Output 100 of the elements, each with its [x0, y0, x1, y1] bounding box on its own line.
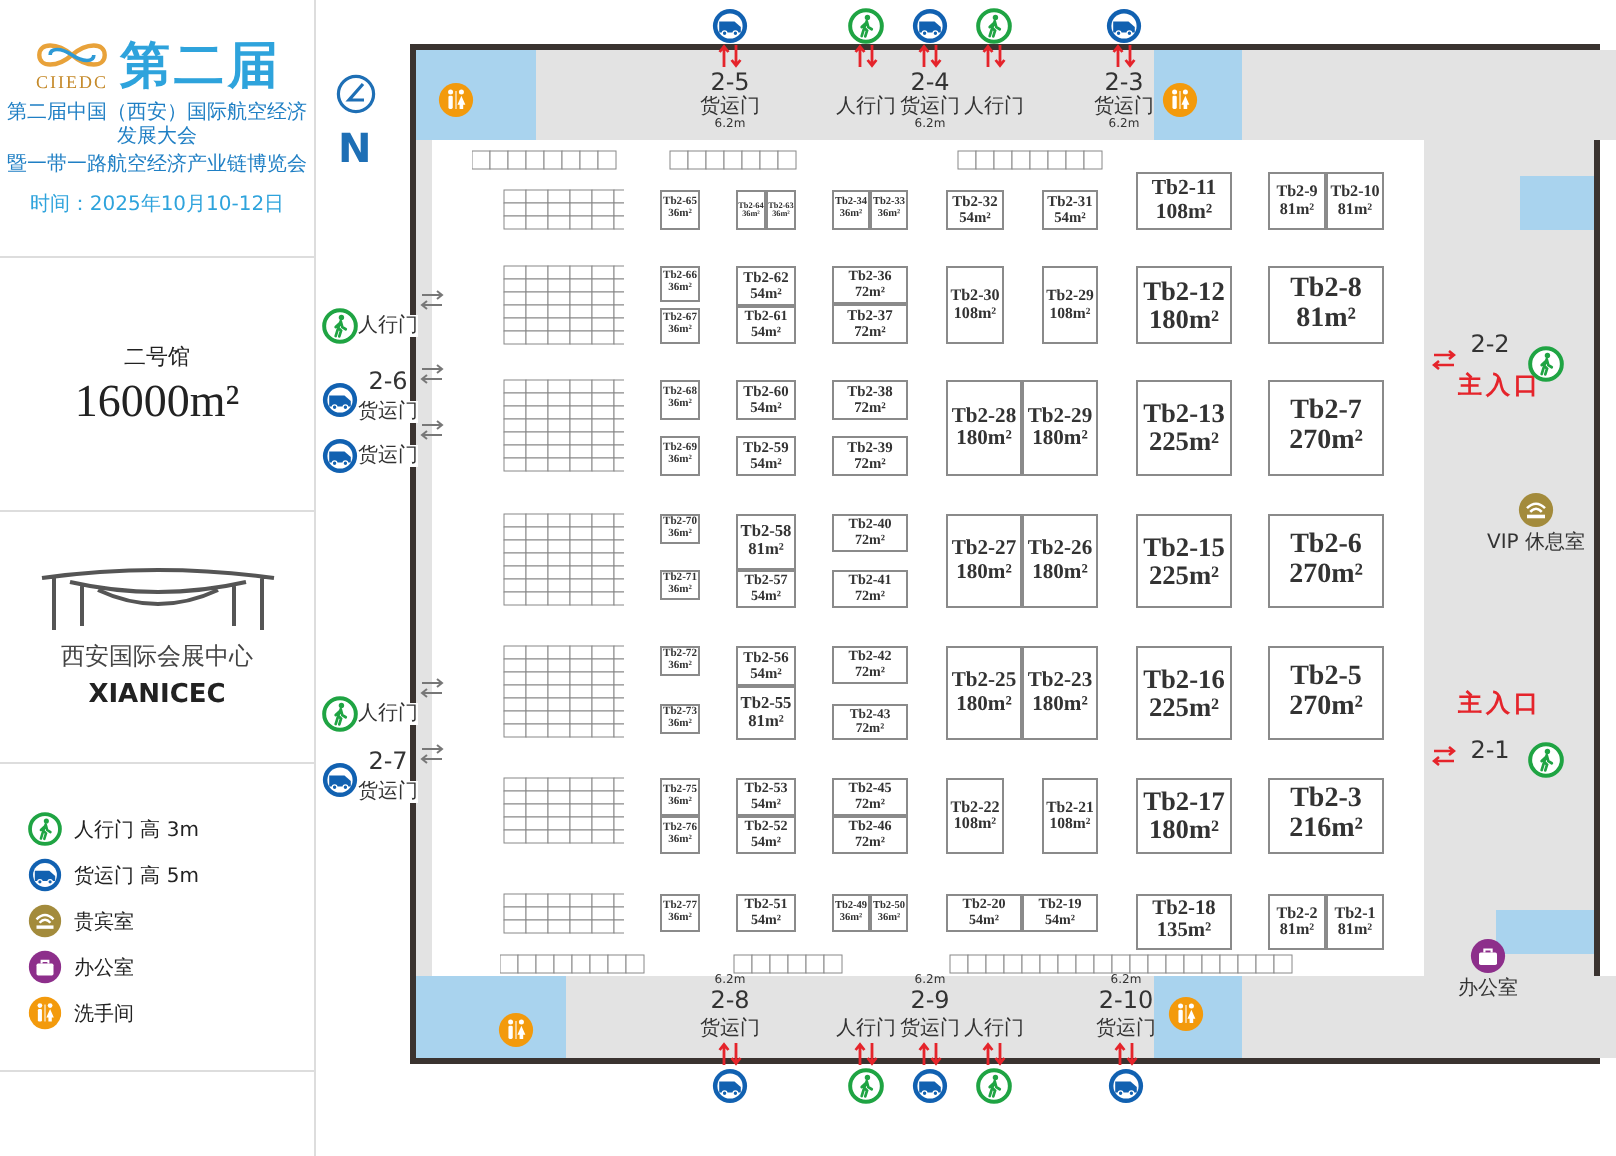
- booth-number: Tb2-6: [1290, 531, 1362, 561]
- booth[interactable]: Tb2-27 180m²: [946, 514, 1022, 608]
- booth-area: 108m²: [953, 305, 997, 322]
- booth[interactable]: Tb2-16 225m²: [1136, 646, 1232, 740]
- door-arrows-icon: [718, 44, 742, 68]
- restroom-area: [416, 50, 536, 140]
- booth[interactable]: Tb2-55 81m²: [736, 686, 796, 740]
- compass-icon: [336, 74, 376, 114]
- pedestrian-icon: [976, 8, 1012, 44]
- booth-area: 81m²: [748, 713, 784, 731]
- booth-area: 81m²: [748, 542, 784, 560]
- booth-area: 81m²: [1296, 305, 1356, 335]
- booth[interactable]: Tb2-12 180m²: [1136, 266, 1232, 344]
- booth-area: 81m²: [1337, 922, 1373, 939]
- booth[interactable]: Tb2-3 216m²: [1268, 778, 1384, 854]
- door-label: 人行门: [358, 703, 418, 725]
- door-label: 人行门: [964, 93, 1024, 120]
- hall-name: 二号馆: [124, 341, 190, 371]
- booth-number: Tb2-28: [951, 405, 1017, 428]
- booth[interactable]: Tb2-13 225m²: [1136, 380, 1232, 476]
- booth-number: Tb2-13: [1143, 400, 1225, 428]
- booth[interactable]: Tb2-8 81m²: [1268, 266, 1384, 344]
- booth-area: 81m²: [1279, 201, 1315, 218]
- booth-number: Tb2-17: [1143, 788, 1225, 816]
- booth[interactable]: Tb2-2 81m²: [1268, 894, 1326, 950]
- logo-text: CIIEDC: [36, 72, 108, 92]
- lounge-icon: [28, 904, 62, 938]
- booth[interactable]: Tb2-26 180m²: [1022, 514, 1098, 608]
- gate-number: 2-4: [910, 68, 950, 96]
- entrance-number: 2-1: [1470, 736, 1510, 764]
- booth-area: 225m²: [1148, 561, 1220, 589]
- booth[interactable]: Tb2-25 180m²: [946, 646, 1022, 740]
- booth-area: 108m²: [953, 816, 997, 833]
- pedestrian-icon: [322, 308, 358, 344]
- booth-number: Tb2-12: [1143, 277, 1225, 305]
- booth-number: Tb2-29: [1027, 405, 1093, 428]
- booth[interactable]: Tb2-18 135m²: [1136, 894, 1232, 950]
- booth-area: 225m²: [1148, 428, 1220, 456]
- booth[interactable]: Tb2-6 270m²: [1268, 514, 1384, 608]
- booth-area: 108m²: [1155, 201, 1213, 224]
- booth[interactable]: Tb2-23 180m²: [1022, 646, 1098, 740]
- booth[interactable]: Tb2-30 108m²: [946, 266, 1004, 344]
- door-arrows-icon: [420, 290, 444, 310]
- booth[interactable]: Tb2-28 180m²: [946, 380, 1022, 476]
- door-arrows-icon: [718, 1042, 742, 1066]
- booth[interactable]: Tb2-11 108m²: [1136, 172, 1232, 230]
- truck-icon: [28, 858, 62, 892]
- booth-number: Tb2-27: [951, 538, 1017, 561]
- booth-number: Tb2-23: [1027, 670, 1093, 693]
- booth-number: Tb2-16: [1143, 665, 1225, 693]
- booth-area: 81m²: [1279, 922, 1315, 939]
- door-arrows-icon: [1112, 44, 1136, 68]
- gate-number: 2-8: [710, 986, 750, 1014]
- legend-label: 贵宾室: [74, 909, 134, 935]
- booth-number: Tb2-26: [1027, 538, 1093, 561]
- booth[interactable]: Tb2-15 225m²: [1136, 514, 1232, 608]
- booth[interactable]: Tb2-10 81m²: [1326, 172, 1384, 230]
- booth[interactable]: Tb2-9 81m²: [1268, 172, 1326, 230]
- room-label: 办公室: [1458, 975, 1518, 1002]
- door-arrows-icon: [854, 44, 878, 68]
- door-arrows-icon: [854, 1042, 878, 1066]
- booth-number: Tb2-15: [1143, 533, 1225, 561]
- door-label: 货运门: [700, 93, 760, 118]
- main-entrance-label: 主入口: [1458, 687, 1542, 721]
- door-arrows-icon: [420, 678, 444, 698]
- booth-number: Tb2-22: [950, 799, 1000, 816]
- truck-icon: [712, 8, 748, 44]
- booth-area: 225m²: [1148, 693, 1220, 721]
- door-label: 人行门: [964, 1015, 1024, 1042]
- door-arrows-icon: [982, 44, 1006, 68]
- door-label: 货运门: [1094, 93, 1154, 118]
- door-arrows-icon: [918, 44, 942, 68]
- event-date: 时间：2025年10月10-12日: [29, 191, 285, 218]
- booth[interactable]: Tb2-7 270m²: [1268, 380, 1384, 476]
- pedestrian-icon: [848, 1068, 884, 1104]
- booth-number: Tb2-55: [740, 695, 792, 713]
- booth[interactable]: Tb2-58 81m²: [736, 514, 796, 570]
- booth-number: Tb2-11: [1151, 178, 1217, 201]
- gate-number: 2-6: [368, 368, 408, 396]
- door-arrows-icon: [420, 744, 444, 764]
- room-label: VIP 休息室: [1487, 529, 1585, 556]
- booth[interactable]: Tb2-22 108m²: [946, 778, 1004, 854]
- door-label: 货运门: [900, 1015, 960, 1042]
- door-arrows-icon: [982, 1042, 1006, 1066]
- booth[interactable]: Tb2-1 81m²: [1326, 894, 1384, 950]
- booth[interactable]: Tb2-29 180m²: [1022, 380, 1098, 476]
- booth-number: Tb2-18: [1152, 900, 1216, 922]
- booth[interactable]: Tb2-5 270m²: [1268, 646, 1384, 740]
- truck-icon: [322, 382, 358, 418]
- door-arrows-icon: [1432, 350, 1456, 370]
- booth-area: 270m²: [1289, 561, 1363, 591]
- booth-area: 270m²: [1289, 693, 1363, 723]
- gate-number: 2-3: [1104, 68, 1144, 96]
- gate-number: 2-5: [710, 68, 750, 96]
- booth-area: 180m²: [1032, 693, 1088, 716]
- door-label: 人行门: [358, 315, 418, 337]
- door-arrows-icon: [918, 1042, 942, 1066]
- booth[interactable]: Tb2-17 180m²: [1136, 778, 1232, 854]
- restroom-icon: [28, 996, 62, 1030]
- door-arrows-icon: [420, 364, 444, 384]
